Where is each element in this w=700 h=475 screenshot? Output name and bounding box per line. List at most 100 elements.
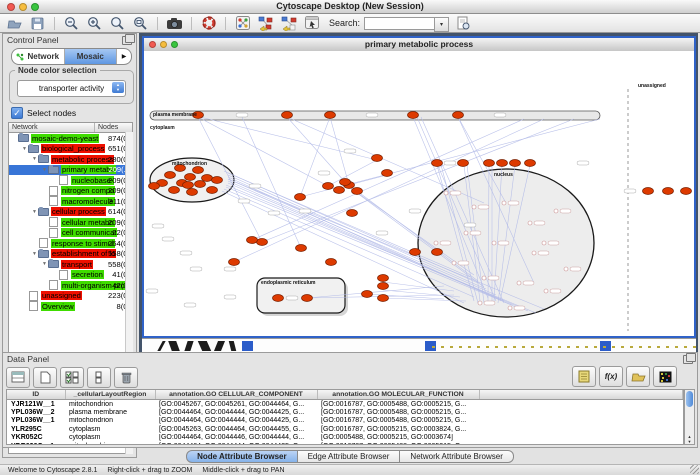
- graph-node[interactable]: [352, 188, 363, 195]
- table-cell[interactable]: [GO:0016787, GO:0005215, GO:0003824, G..…: [317, 425, 479, 433]
- table-cell[interactable]: [479, 442, 683, 445]
- disclosure-triangle-icon[interactable]: ▼: [31, 209, 38, 215]
- table-cell[interactable]: [GO:0044464, GO:0044444, GO:0044425, G..…: [155, 417, 317, 425]
- table-cell[interactable]: plasma membrane: [65, 408, 155, 416]
- open-session-button[interactable]: [3, 15, 26, 32]
- graph-node[interactable]: [247, 237, 258, 244]
- table-scrollbar[interactable]: ▲▼: [684, 389, 695, 445]
- zoom-out-button[interactable]: [60, 15, 83, 32]
- snapshot-button[interactable]: [163, 15, 186, 32]
- table-cell[interactable]: mitochondrion: [65, 417, 155, 425]
- table-cell[interactable]: [GO:0044464, GO:0044446, GO:0044444, G..…: [155, 434, 317, 442]
- table-row[interactable]: YPL036W__1mitochondrion[GO:0044464, GO:0…: [7, 417, 683, 425]
- tree-row[interactable]: ▼cellular process614(0): [9, 207, 132, 218]
- network-overview-button[interactable]: [231, 15, 254, 32]
- table-cell[interactable]: [GO:0016787, GO:0005488, GO:0005215, G..…: [317, 408, 479, 416]
- notes-button[interactable]: [572, 366, 596, 387]
- window-controls[interactable]: [7, 3, 39, 11]
- table-cell[interactable]: cytoplasm: [65, 425, 155, 433]
- scrollbar-arrows[interactable]: ▲▼: [685, 434, 694, 444]
- search-dropdown-button[interactable]: ▾: [434, 17, 449, 32]
- table-cell[interactable]: [479, 408, 683, 416]
- zoom-fit-button[interactable]: [129, 15, 152, 32]
- table-cell[interactable]: YLR295C: [7, 425, 65, 433]
- table-cell[interactable]: [479, 417, 683, 425]
- tree-col-nodes[interactable]: Nodes: [94, 123, 132, 132]
- tab-network-attribute-browser[interactable]: Network Attribute Browser: [400, 450, 513, 463]
- table-cell[interactable]: mitochondrion: [65, 442, 155, 445]
- table-column-header[interactable]: [479, 390, 683, 400]
- graph-node[interactable]: [229, 259, 240, 266]
- formula-button[interactable]: f(x): [599, 366, 623, 387]
- table-cell[interactable]: [GO:0005488, GO:0005215, GO:0003674]: [317, 434, 479, 442]
- disclosure-triangle-icon[interactable]: ▼: [41, 261, 48, 267]
- disclosure-triangle-icon[interactable]: ▼: [21, 146, 28, 152]
- graph-node[interactable]: [295, 194, 306, 201]
- table-cell[interactable]: [GO:0044464, GO:0044444, GO:0044425, G..…: [155, 408, 317, 416]
- table-cell[interactable]: [GO:0016787, GO:0005488, GO:0005215, G..…: [317, 442, 479, 445]
- network-view-window[interactable]: primary metabolic process plasma membran…: [142, 36, 696, 338]
- tree-row[interactable]: ▼establishment of lo558(0): [9, 249, 132, 260]
- graph-node[interactable]: [372, 155, 383, 162]
- graph-node[interactable]: [302, 295, 313, 302]
- scrollbar-thumb[interactable]: [686, 391, 693, 407]
- table-cell[interactable]: [479, 425, 683, 433]
- disclosure-triangle-icon[interactable]: ▼: [31, 251, 38, 257]
- graph-node[interactable]: [273, 295, 284, 302]
- table-cell[interactable]: mitochondrion: [65, 400, 155, 409]
- tree-row[interactable]: mosaic-demo-yeast874(0): [9, 133, 132, 144]
- graph-node[interactable]: [432, 160, 443, 167]
- delete-attribute-button[interactable]: [114, 367, 138, 388]
- tree-row[interactable]: nitrogen compo209(0): [9, 186, 132, 197]
- graph-node[interactable]: [183, 182, 194, 189]
- tree-row[interactable]: nucleobase-209(0): [9, 175, 132, 186]
- tree-row[interactable]: Overview8(0): [9, 301, 132, 312]
- table-cell[interactable]: YPL036W__1: [7, 417, 65, 425]
- tree-row[interactable]: response to stimul264(0): [9, 238, 132, 249]
- save-session-button[interactable]: [26, 15, 49, 32]
- app-titlebar[interactable]: Cytoscape Desktop (New Session): [0, 0, 700, 14]
- tab-mosaic[interactable]: Mosaic: [65, 49, 118, 64]
- graph-node[interactable]: [257, 239, 268, 246]
- table-cell[interactable]: [479, 434, 683, 442]
- attribute-table[interactable]: ID_cellularLayoutRegionannotation.GO CEL…: [6, 389, 684, 445]
- zoom-view-button[interactable]: [171, 41, 178, 48]
- table-cell[interactable]: cytoplasm: [65, 434, 155, 442]
- tree-row[interactable]: unassigned223(0): [9, 291, 132, 302]
- table-cell[interactable]: [479, 400, 683, 409]
- disclosure-triangle-icon[interactable]: ▼: [31, 156, 38, 162]
- graph-node[interactable]: [497, 160, 508, 167]
- table-row[interactable]: YLR295Ccytoplasm[GO:0045263, GO:0044464,…: [7, 425, 683, 433]
- graph-node[interactable]: [169, 187, 180, 194]
- tab-edge-attribute-browser[interactable]: Edge Attribute Browser: [298, 450, 401, 463]
- graph-node[interactable]: [525, 160, 536, 167]
- table-column-header[interactable]: annotation.GO CELLULAR_COMPONENT: [155, 390, 317, 400]
- graph-node[interactable]: [193, 167, 204, 174]
- table-cell[interactable]: YPL036W__2: [7, 408, 65, 416]
- table-cell[interactable]: [GO:0044464, GO:0044444, GO:0044425, G..…: [155, 442, 317, 445]
- graph-node[interactable]: [378, 283, 389, 290]
- tree-row[interactable]: macromolecule311(0): [9, 196, 132, 207]
- graph-node[interactable]: [165, 172, 176, 179]
- tree-row[interactable]: cell communicat22(0): [9, 228, 132, 239]
- tab-node-attribute-browser[interactable]: Node Attribute Browser: [186, 450, 298, 463]
- table-row[interactable]: YJR121W__1mitochondrion[GO:0045267, GO:0…: [7, 400, 683, 409]
- graph-node[interactable]: [149, 183, 160, 190]
- close-view-button[interactable]: [149, 41, 156, 48]
- table-cell[interactable]: [GO:0016787, GO:0005488, GO:0005215, G..…: [317, 400, 479, 409]
- zoom-selected-button[interactable]: [106, 15, 129, 32]
- table-row[interactable]: YDR039C__1mitochondrion[GO:0044464, GO:0…: [7, 442, 683, 445]
- graph-node[interactable]: [347, 210, 358, 217]
- graph-node[interactable]: [323, 183, 334, 190]
- close-window-button[interactable]: [7, 3, 15, 11]
- minimize-window-button[interactable]: [19, 3, 27, 11]
- graph-node[interactable]: [643, 188, 654, 195]
- disclosure-triangle-icon[interactable]: ▼: [41, 167, 48, 173]
- table-cell[interactable]: YJR121W__1: [7, 400, 65, 409]
- graph-node[interactable]: [202, 175, 213, 182]
- graph-node[interactable]: [282, 112, 293, 119]
- graph-node[interactable]: [212, 177, 223, 184]
- table-column-header[interactable]: _cellularLayoutRegion: [65, 390, 155, 400]
- tree-row[interactable]: ▼metabolic process280(0): [9, 154, 132, 165]
- zoom-in-button[interactable]: [83, 15, 106, 32]
